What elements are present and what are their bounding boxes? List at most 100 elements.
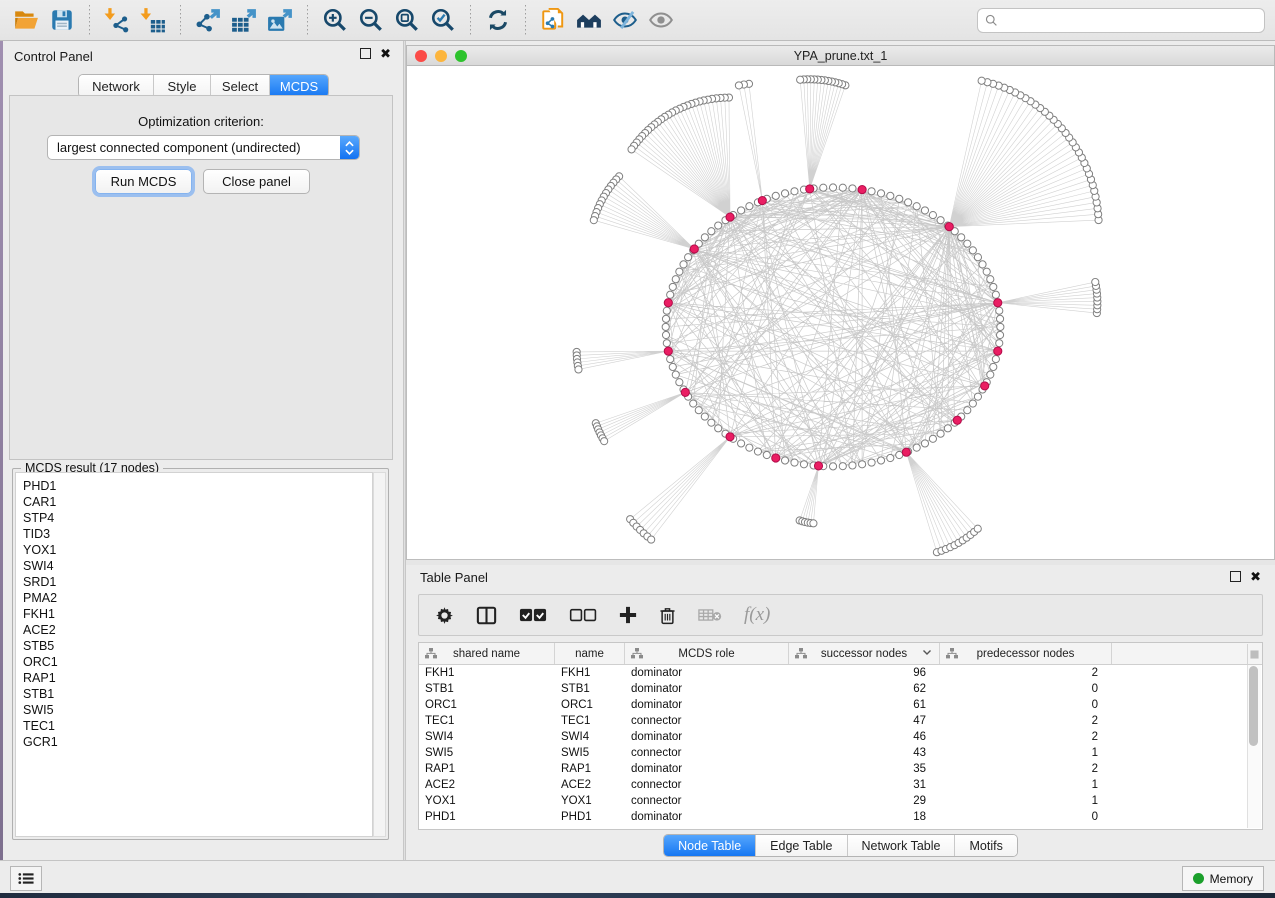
network-node[interactable] (868, 188, 875, 195)
network-node[interactable] (746, 444, 753, 451)
network-node[interactable] (996, 315, 1003, 322)
zoom-selected-button[interactable] (425, 4, 461, 36)
mcds-hub-node[interactable] (981, 382, 989, 390)
network-node[interactable] (913, 444, 920, 451)
mcds-result-item[interactable]: RAP1 (23, 670, 372, 686)
network-node[interactable] (859, 461, 866, 468)
network-node[interactable] (937, 430, 944, 437)
network-node[interactable] (979, 261, 986, 268)
network-node[interactable] (849, 462, 856, 469)
table-row[interactable]: PHD1PHD1dominator180 (419, 809, 1262, 825)
network-node[interactable] (662, 323, 669, 330)
network-titlebar[interactable]: YPA_prune.txt_1 (406, 45, 1275, 66)
mcds-hub-node[interactable] (664, 299, 672, 307)
mcds-result-list[interactable]: PHD1CAR1STP4TID3YOX1SWI4SRD1PMA2FKH1ACE2… (15, 472, 373, 837)
mcds-result-item[interactable]: TEC1 (23, 718, 372, 734)
table-settings-button[interactable] (435, 606, 454, 625)
mcds-result-scrollbar[interactable] (373, 472, 386, 837)
network-node[interactable] (669, 283, 676, 290)
column-header-successor-nodes[interactable]: successor nodes (789, 643, 940, 664)
network-node[interactable] (929, 212, 936, 219)
float-panel-icon[interactable] (360, 48, 371, 59)
network-node[interactable] (781, 190, 788, 197)
mcds-result-item[interactable]: STP4 (23, 510, 372, 526)
close-table-panel-icon[interactable]: ✖ (1250, 571, 1261, 582)
network-node[interactable] (990, 283, 997, 290)
network-node[interactable] (667, 356, 674, 363)
network-node[interactable] (921, 440, 928, 447)
network-node[interactable] (996, 307, 1003, 314)
float-table-panel-icon[interactable] (1230, 571, 1241, 582)
network-node[interactable] (648, 536, 655, 543)
network-node[interactable] (797, 76, 804, 83)
table-scrollbar-thumb[interactable] (1249, 666, 1258, 746)
network-node[interactable] (676, 379, 683, 386)
column-header-shared-name[interactable]: shared name (419, 643, 555, 664)
network-node[interactable] (800, 461, 807, 468)
network-node[interactable] (672, 371, 679, 378)
mcds-result-item[interactable]: YOX1 (23, 542, 372, 558)
mcds-result-item[interactable]: SWI5 (23, 702, 372, 718)
network-node[interactable] (983, 268, 990, 275)
tab-motifs[interactable]: Motifs (955, 835, 1016, 856)
network-node[interactable] (738, 440, 745, 447)
table-row[interactable]: SWI4SWI4dominator462 (419, 729, 1262, 745)
network-node[interactable] (996, 331, 1003, 338)
tab-select[interactable]: Select (211, 75, 270, 97)
network-node[interactable] (944, 425, 951, 432)
mcds-hub-node[interactable] (806, 185, 814, 193)
save-session-button[interactable] (44, 4, 80, 36)
network-node[interactable] (791, 188, 798, 195)
mcds-result-item[interactable]: PHD1 (23, 478, 372, 494)
network-node[interactable] (772, 192, 779, 199)
tab-mcds[interactable]: MCDS (270, 75, 328, 97)
mcds-result-item[interactable]: ORC1 (23, 654, 372, 670)
network-node[interactable] (987, 276, 994, 283)
network-node[interactable] (964, 407, 971, 414)
network-node[interactable] (987, 371, 994, 378)
delete-column-button[interactable] (659, 606, 676, 625)
table-row[interactable]: ACE2ACE2connector311 (419, 777, 1262, 793)
mcds-hub-node[interactable] (726, 213, 734, 221)
new-network-from-selection-button[interactable] (535, 4, 571, 36)
network-node[interactable] (663, 340, 670, 347)
network-node[interactable] (905, 199, 912, 206)
mcds-hub-node[interactable] (994, 299, 1002, 307)
mcds-hub-node[interactable] (858, 186, 866, 194)
network-node[interactable] (849, 185, 856, 192)
mcds-result-item[interactable]: PMA2 (23, 590, 372, 606)
open-file-button[interactable] (8, 4, 44, 36)
network-node[interactable] (829, 184, 836, 191)
tab-network-table[interactable]: Network Table (848, 835, 956, 856)
network-node[interactable] (1092, 278, 1099, 285)
table-row[interactable]: YOX1YOX1connector291 (419, 793, 1262, 809)
network-node[interactable] (992, 291, 999, 298)
network-node[interactable] (781, 457, 788, 464)
table-row[interactable]: FKH1FKH1dominator962 (419, 665, 1262, 681)
mcds-result-item[interactable]: SRD1 (23, 574, 372, 590)
close-panel-button[interactable]: Close panel (203, 169, 310, 194)
mcds-result-item[interactable]: TID3 (23, 526, 372, 542)
task-history-button[interactable] (10, 866, 42, 891)
apply-preferred-layout-button[interactable] (480, 4, 516, 36)
network-node[interactable] (877, 190, 884, 197)
network-node[interactable] (601, 438, 608, 445)
network-node[interactable] (695, 407, 702, 414)
mcds-result-item[interactable]: GCR1 (23, 734, 372, 750)
network-node[interactable] (701, 234, 708, 241)
network-node[interactable] (676, 268, 683, 275)
network-node[interactable] (969, 400, 976, 407)
mcds-hub-node[interactable] (945, 223, 953, 231)
network-node[interactable] (680, 261, 687, 268)
mcds-hub-node[interactable] (726, 433, 734, 441)
network-node[interactable] (763, 451, 770, 458)
network-node[interactable] (990, 363, 997, 370)
tab-network[interactable]: Network (79, 75, 154, 97)
network-node[interactable] (997, 323, 1004, 330)
network-node[interactable] (974, 393, 981, 400)
export-table-button[interactable] (226, 4, 262, 36)
mcds-result-item[interactable]: ACE2 (23, 622, 372, 638)
node-table[interactable]: shared namenameMCDS rolesuccessor nodesp… (418, 642, 1263, 830)
table-row[interactable]: SWI5SWI5connector431 (419, 745, 1262, 761)
tab-node-table[interactable]: Node Table (664, 835, 756, 856)
